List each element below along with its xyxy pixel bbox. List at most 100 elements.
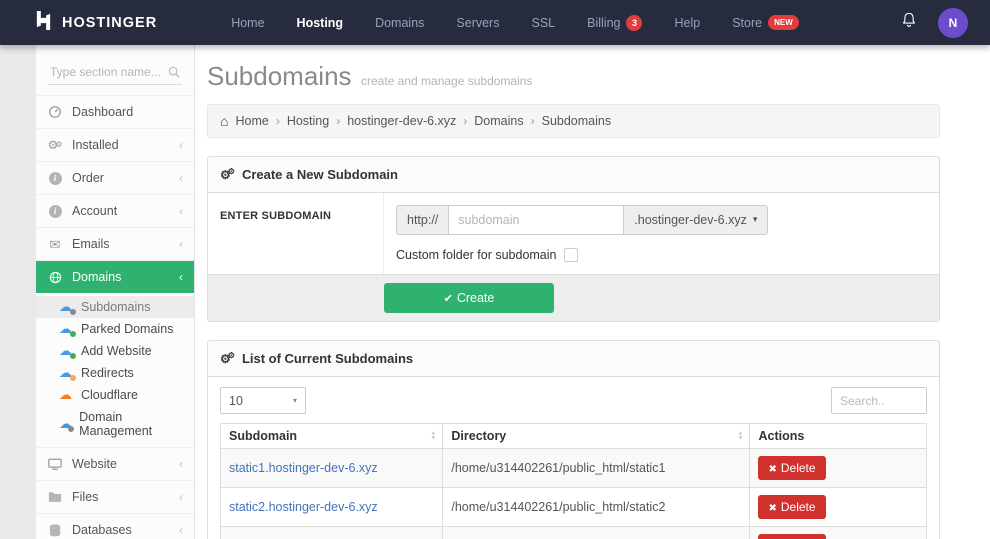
topnav-servers[interactable]: Servers [440, 16, 515, 30]
chevron-collapse-icon: ‹ [179, 270, 183, 284]
domain-management-cloud-icon: ☁ [59, 417, 72, 431]
directory-cell: /home/u314402261/public_html/static1 [443, 449, 750, 488]
sidebar-subitem-redirects[interactable]: ☁ Redirects [36, 362, 194, 384]
main-content: Subdomains create and manage subdomains … [195, 45, 990, 539]
gears-icon: ⚙⚙ [220, 168, 235, 181]
subdomains-list-panel: ⚙⚙ List of Current Subdomains 10 ▾ Subdo… [207, 340, 940, 539]
sidebar-item-domains[interactable]: Domains ‹ [36, 260, 194, 293]
directory-cell: /home/u314402261/public_html/static3 [443, 527, 750, 539]
check-icon: ✔ [444, 293, 453, 305]
top-navbar: HOSTINGER Home Hosting Domains Servers S… [0, 0, 990, 45]
table-row: static2.hostinger-dev-6.xyz /home/u31440… [221, 488, 927, 527]
create-panel-title: Create a New Subdomain [242, 167, 398, 182]
breadcrumb-domain[interactable]: hostinger-dev-6.xyz [347, 114, 456, 128]
avatar-initial: N [949, 16, 958, 30]
delete-button[interactable]: ✖Delete [758, 534, 825, 539]
create-panel-footer: ✔Create [208, 274, 939, 321]
info-icon: i [49, 205, 62, 218]
subdomains-table: Subdomain ▲▼ Directory ▲▼ Actions [220, 423, 927, 539]
chevron-collapse-icon: ‹ [179, 237, 183, 251]
sidebar-subitem-cloudflare[interactable]: ☁ Cloudflare [36, 384, 194, 406]
custom-folder-checkbox[interactable] [564, 248, 578, 262]
x-icon: ✖ [768, 503, 776, 514]
sidebar-item-website[interactable]: Website ‹ [36, 447, 194, 480]
sidebar-subitem-domain-management[interactable]: ☁ Domain Management [36, 406, 194, 442]
delete-button[interactable]: ✖Delete [758, 456, 825, 480]
domain-suffix-dropdown[interactable]: .hostinger-dev-6.xyz ▾ [624, 205, 768, 235]
create-panel-header: ⚙⚙ Create a New Subdomain [208, 157, 939, 193]
sidebar-item-files[interactable]: Files ‹ [36, 480, 194, 513]
gears-icon: ⚙⚙ [220, 352, 235, 365]
table-row: static3.hostinger-dev-6.xyz /home/u31440… [221, 527, 927, 539]
breadcrumb-subdomains[interactable]: Subdomains [542, 114, 612, 128]
globe-icon [47, 271, 63, 284]
page-size-select[interactable]: 10 ▾ [220, 387, 306, 414]
sidebar-subitem-parked-domains[interactable]: ☁ Parked Domains [36, 318, 194, 340]
breadcrumb-home[interactable]: Home [235, 114, 268, 128]
chevron-collapse-icon: ‹ [179, 171, 183, 185]
section-search-input[interactable] [48, 61, 182, 85]
brand-name: HOSTINGER [62, 15, 157, 31]
sidebar-item-dashboard[interactable]: Dashboard [36, 95, 194, 128]
caret-down-icon: ▾ [753, 214, 758, 226]
parked-domains-cloud-icon: ☁ [59, 322, 74, 336]
list-panel-header: ⚙⚙ List of Current Subdomains [208, 341, 939, 377]
sort-icon[interactable]: ▲▼ [738, 432, 744, 441]
custom-folder-label: Custom folder for subdomain [396, 248, 557, 262]
sidebar-subitem-subdomains[interactable]: ☁ Subdomains [36, 296, 194, 318]
subdomain-input[interactable] [448, 205, 624, 235]
list-panel-title: List of Current Subdomains [242, 351, 413, 366]
topnav-help[interactable]: Help [658, 16, 716, 30]
chevron-collapse-icon: ‹ [179, 490, 183, 504]
folder-icon [47, 491, 63, 503]
sidebar-item-databases[interactable]: Databases ‹ [36, 513, 194, 539]
table-search-input[interactable] [831, 387, 927, 414]
billing-count-badge: 3 [626, 15, 642, 31]
column-header-subdomain[interactable]: Subdomain ▲▼ [221, 424, 443, 449]
topnav-home[interactable]: Home [215, 16, 280, 30]
column-header-directory[interactable]: Directory ▲▼ [443, 424, 750, 449]
topnav-ssl[interactable]: SSL [515, 16, 571, 30]
monitor-icon [47, 458, 63, 471]
sidebar: Dashboard ⚙⚙ Installed ‹ i Order ‹ i Acc… [36, 45, 195, 539]
sidebar-subitem-add-website[interactable]: ☁ Add Website [36, 340, 194, 362]
breadcrumb-separator: › [336, 114, 340, 128]
subdomain-link[interactable]: static2.hostinger-dev-6.xyz [229, 500, 378, 514]
topnav-domains[interactable]: Domains [359, 16, 440, 30]
search-icon [168, 66, 180, 78]
breadcrumb-hosting[interactable]: Hosting [287, 114, 329, 128]
sidebar-item-account[interactable]: i Account ‹ [36, 194, 194, 227]
chevron-collapse-icon: ‹ [179, 523, 183, 537]
chevron-collapse-icon: ‹ [179, 457, 183, 471]
sort-icon[interactable]: ▲▼ [430, 432, 436, 441]
breadcrumb-separator: › [463, 114, 467, 128]
topnav-hosting[interactable]: Hosting [281, 16, 360, 30]
sidebar-item-order[interactable]: i Order ‹ [36, 161, 194, 194]
topnav-links: Home Hosting Domains Servers SSL Billing… [215, 15, 815, 31]
notifications-bell-icon[interactable] [900, 10, 918, 35]
subdomain-link[interactable]: static1.hostinger-dev-6.xyz [229, 461, 378, 475]
delete-button[interactable]: ✖Delete [758, 495, 825, 519]
breadcrumb-domains-section[interactable]: Domains [474, 114, 523, 128]
user-avatar[interactable]: N [938, 8, 968, 38]
hostinger-logo[interactable]: HOSTINGER [34, 10, 157, 36]
chevron-collapse-icon: ‹ [179, 138, 183, 152]
create-button[interactable]: ✔Create [384, 283, 554, 313]
breadcrumb-separator: › [531, 114, 535, 128]
topnav-store[interactable]: Store NEW [716, 15, 815, 30]
hostinger-logo-icon [34, 10, 53, 36]
gears-icon: ⚙⚙ [47, 139, 63, 151]
topnav-billing[interactable]: Billing 3 [571, 15, 658, 31]
caret-down-icon: ▾ [293, 396, 297, 405]
breadcrumb-separator: › [276, 114, 280, 128]
sidebar-item-emails[interactable]: ✉ Emails ‹ [36, 227, 194, 260]
column-header-actions: Actions [750, 424, 927, 449]
add-website-cloud-icon: ☁ [59, 344, 74, 358]
protocol-prefix: http:// [396, 205, 448, 235]
sidebar-item-installed[interactable]: ⚙⚙ Installed ‹ [36, 128, 194, 161]
store-new-badge: NEW [768, 15, 799, 30]
table-row: static1.hostinger-dev-6.xyz /home/u31440… [221, 449, 927, 488]
cloudflare-icon: ☁ [59, 388, 74, 402]
breadcrumb: ⌂ Home › Hosting › hostinger-dev-6.xyz ›… [207, 104, 940, 138]
dashboard-gauge-icon [47, 105, 63, 119]
